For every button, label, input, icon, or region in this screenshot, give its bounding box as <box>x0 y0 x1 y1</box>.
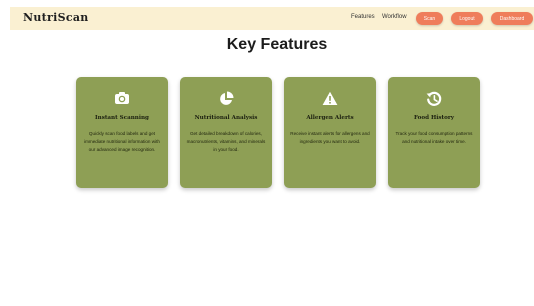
scan-button[interactable]: Scan <box>416 12 443 25</box>
feature-card-nutritional-analysis: Nutritional Analysis Get detailed breakd… <box>180 77 272 188</box>
warning-icon <box>284 91 376 107</box>
feature-title: Allergen Alerts <box>306 115 354 121</box>
history-icon <box>388 91 480 107</box>
feature-card-instant-scanning: Instant Scanning Quickly scan food label… <box>76 77 168 188</box>
feature-title: Nutritional Analysis <box>194 115 258 121</box>
camera-icon <box>76 91 168 107</box>
feature-description: Get detailed breakdown of calories, macr… <box>186 131 266 153</box>
feature-card-food-history: Food History Track your food consumption… <box>388 77 480 188</box>
pie-chart-icon <box>180 91 272 107</box>
brand-logo[interactable]: NutriScan <box>23 11 89 24</box>
feature-description: Quickly scan food labels and get immedia… <box>84 131 160 153</box>
dashboard-button[interactable]: Dashboard <box>491 12 533 25</box>
nav-link-features[interactable]: Features <box>351 14 375 20</box>
feature-title: Food History <box>413 115 455 121</box>
section-title: Key Features <box>226 36 328 53</box>
feature-description: Receive instant alerts for allergens and… <box>290 131 370 145</box>
logout-button[interactable]: Logout <box>451 12 483 25</box>
nav-link-workflow[interactable]: Workflow <box>382 14 407 20</box>
navbar: NutriScan Features Workflow Scan Logout … <box>10 7 534 30</box>
feature-title: Instant Scanning <box>95 115 149 121</box>
feature-description: Track your food consumption patterns and… <box>395 131 473 145</box>
feature-card-allergen-alerts: Allergen Alerts Receive instant alerts f… <box>284 77 376 188</box>
